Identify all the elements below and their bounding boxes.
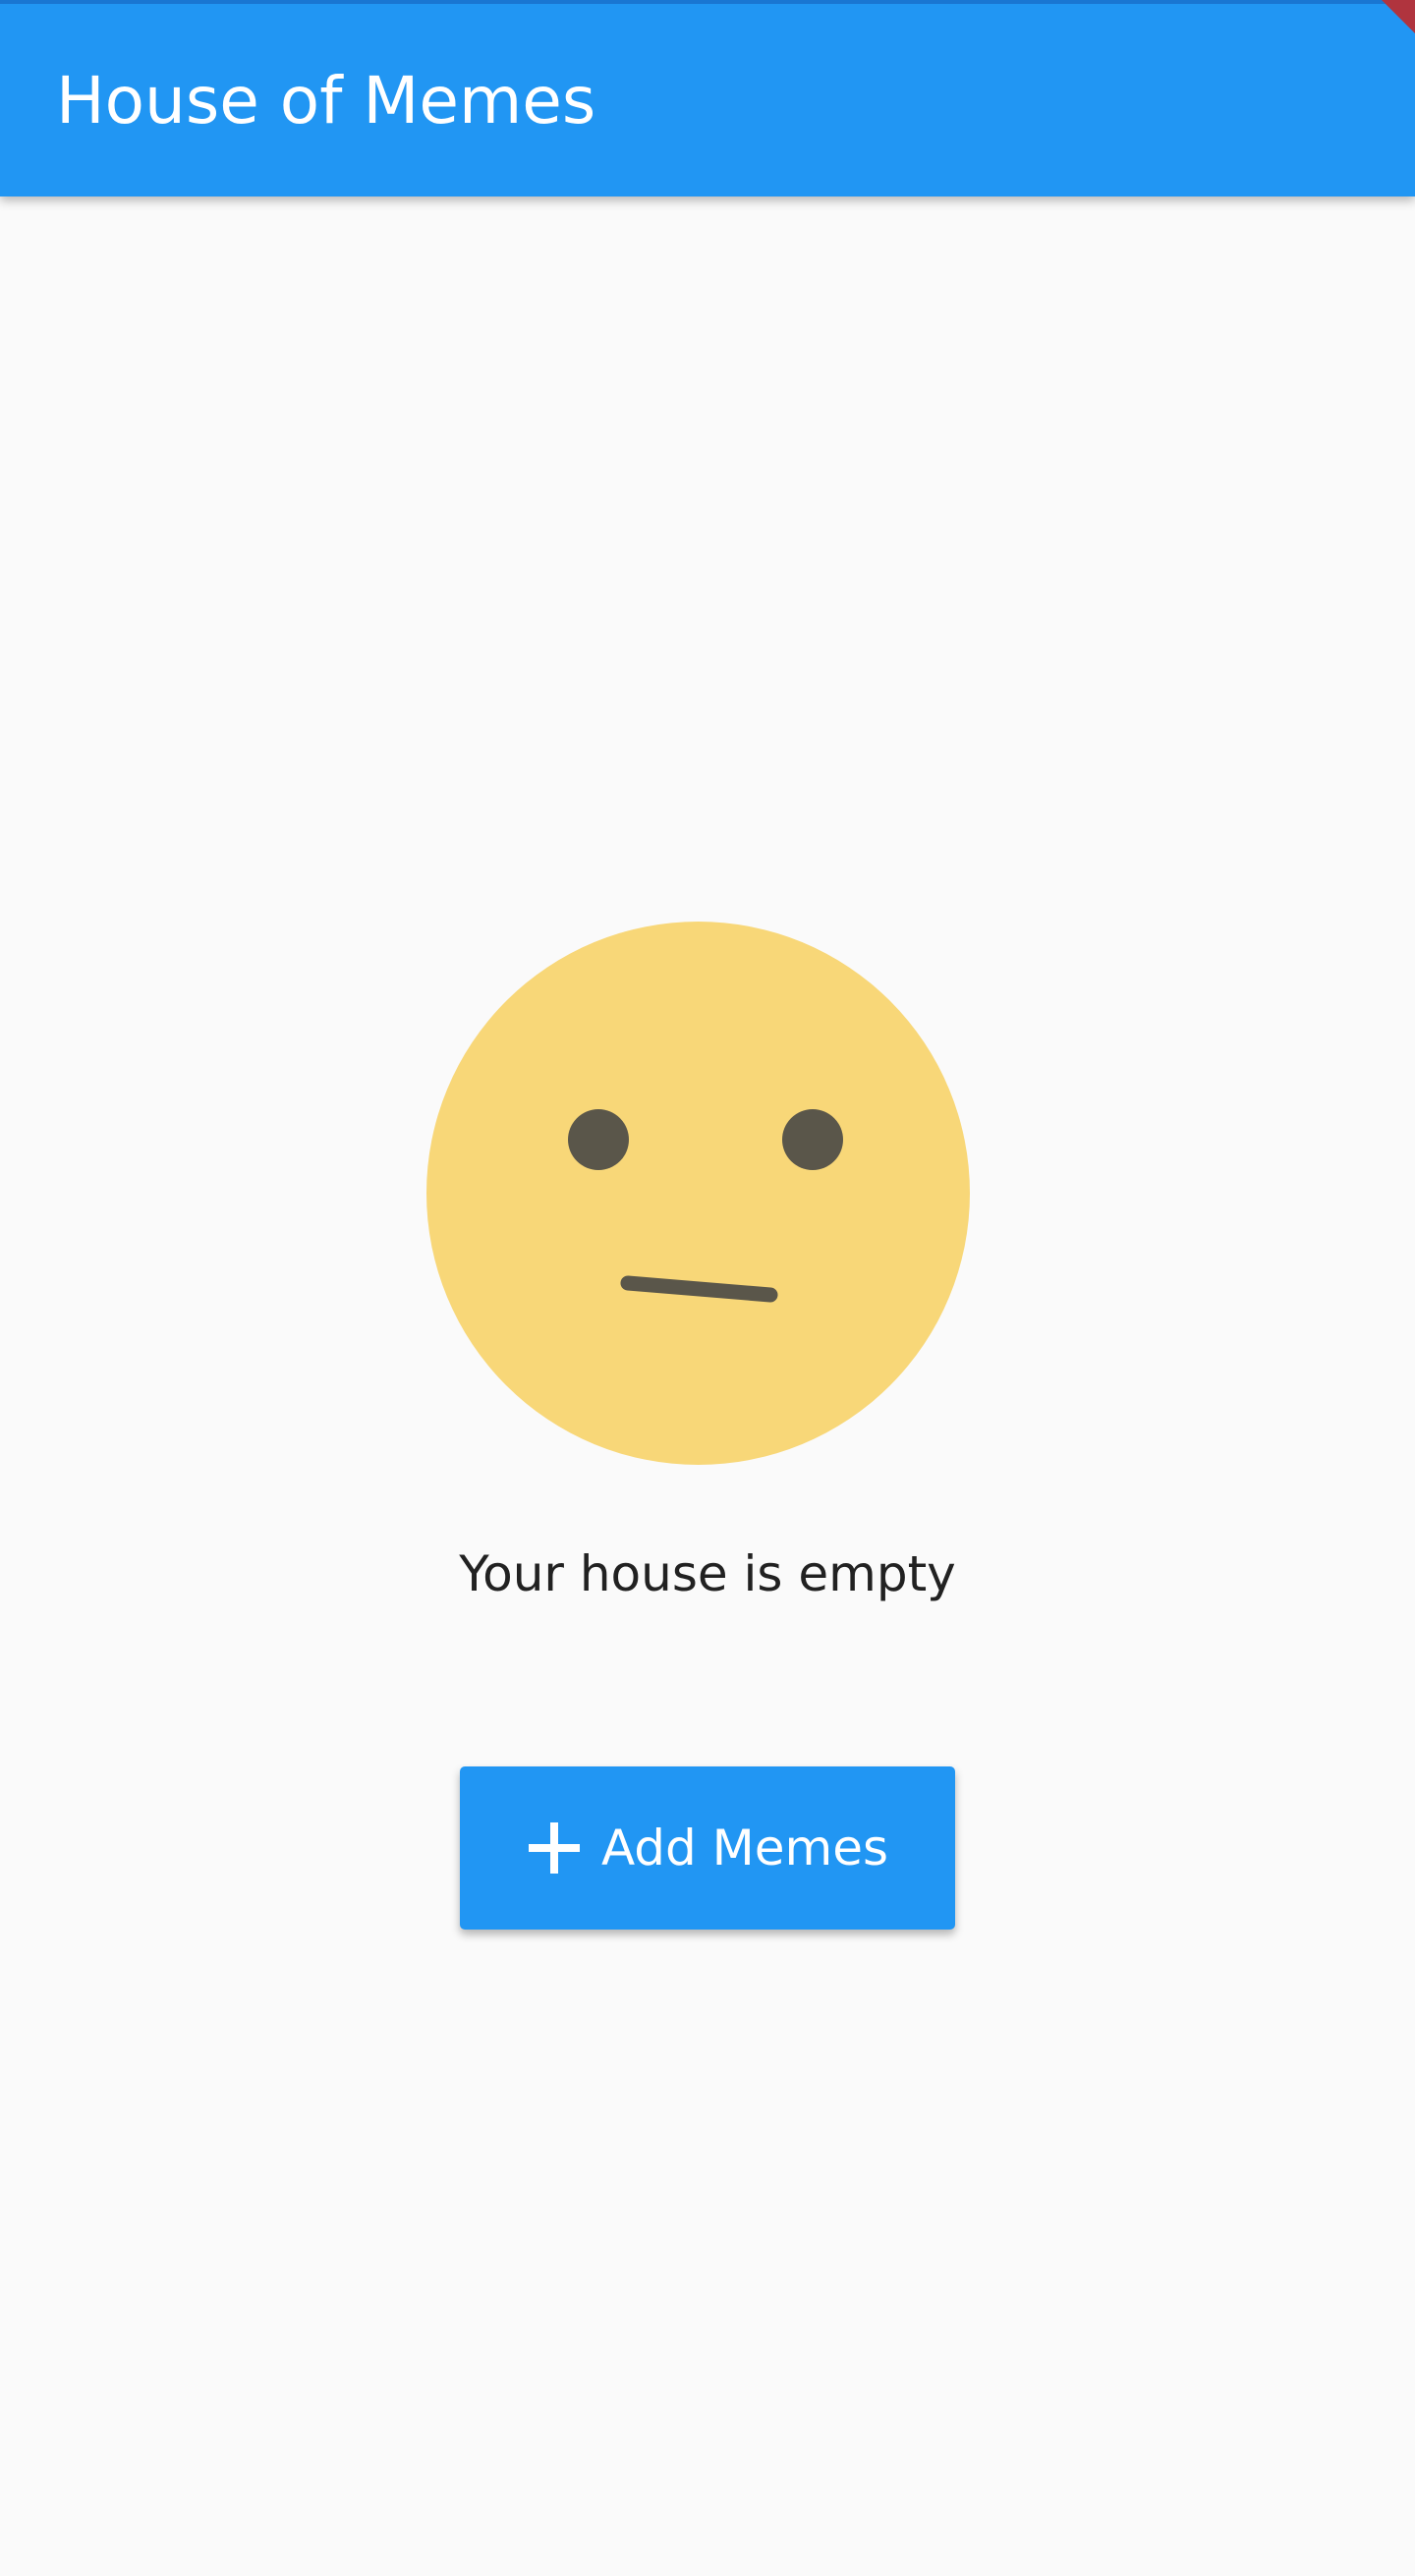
add-memes-label: Add Memes bbox=[600, 1820, 889, 1876]
empty-state-message: Your house is empty bbox=[459, 1545, 956, 1602]
debug-banner-corner bbox=[1382, 0, 1415, 33]
app-bar: House of Memes bbox=[0, 0, 1415, 196]
add-memes-button[interactable]: Add Memes bbox=[460, 1766, 955, 1930]
app-title: House of Memes bbox=[56, 63, 596, 139]
neutral-face-icon bbox=[426, 922, 970, 1465]
plus-icon bbox=[528, 1822, 580, 1874]
